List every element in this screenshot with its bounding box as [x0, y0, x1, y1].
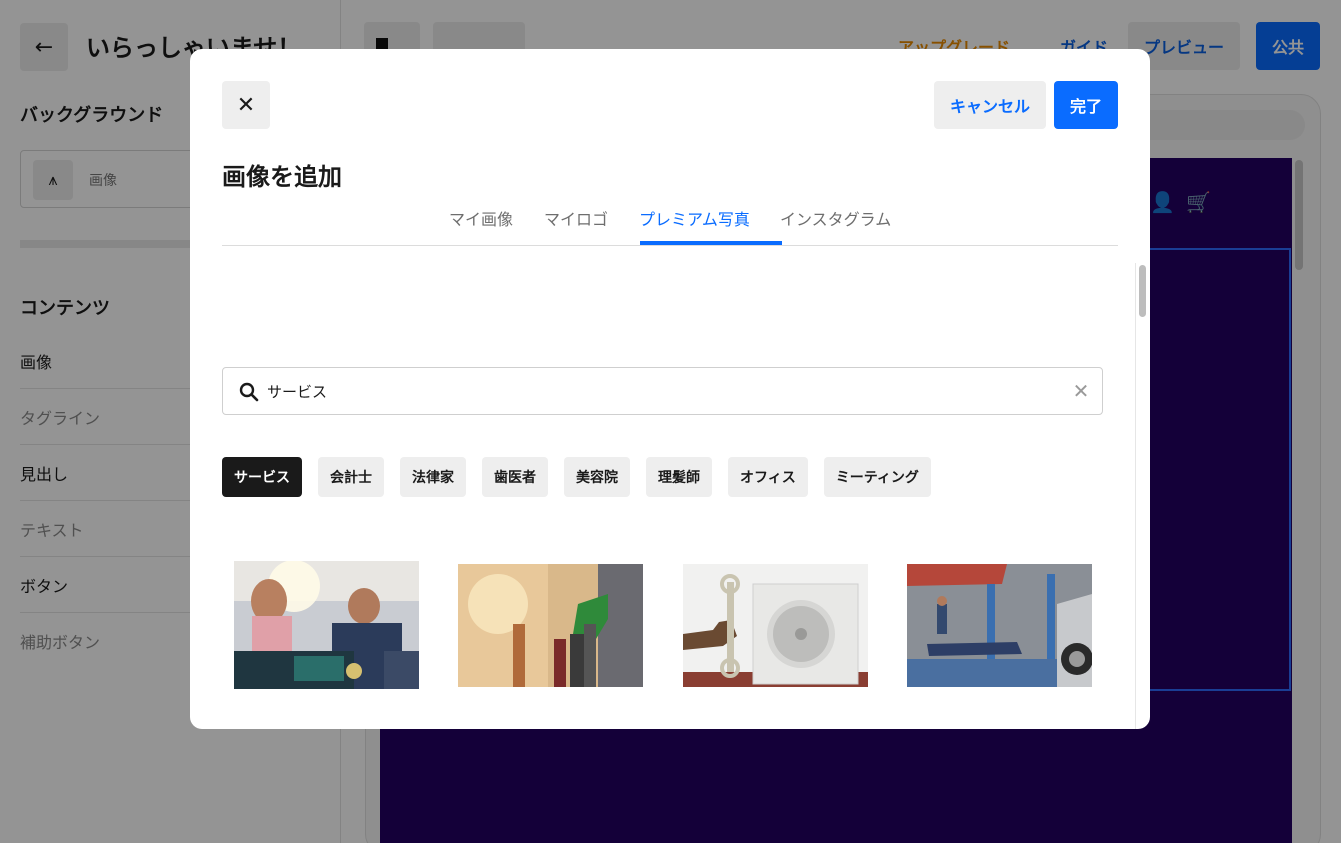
chip-dentist[interactable]: 歯医者	[482, 457, 548, 497]
close-button[interactable]: ✕	[222, 81, 270, 129]
image-source-tabs: マイ画像 マイロゴ プレミアム写真 インスタグラム	[222, 199, 1118, 246]
car-garage-lift-photo	[907, 564, 1092, 687]
photo-thumbnail[interactable]	[907, 564, 1092, 687]
chip-office[interactable]: オフィス	[728, 457, 808, 497]
photo-thumbnail[interactable]	[683, 564, 868, 687]
photo-search-box: ✕	[222, 367, 1103, 415]
clear-search-icon[interactable]: ✕	[1069, 379, 1093, 403]
modal-scrollbar[interactable]	[1139, 265, 1146, 317]
chip-lawyer[interactable]: 法律家	[400, 457, 466, 497]
chip-services[interactable]: サービス	[222, 457, 302, 497]
modal-title: 画像を追加	[222, 163, 342, 191]
wrench-air-conditioner-photo	[683, 564, 868, 687]
search-icon	[239, 382, 259, 402]
chip-beauty-salon[interactable]: 美容院	[564, 457, 630, 497]
photo-thumbnail[interactable]	[234, 561, 419, 689]
chip-accountant[interactable]: 会計士	[318, 457, 384, 497]
modal-scroll-track	[1135, 263, 1136, 729]
category-chips: サービス 会計士 法律家 歯医者 美容院 理髪師 オフィス ミーティング	[222, 457, 931, 497]
tab-instagram[interactable]: インスタグラム	[780, 206, 891, 230]
photo-thumbnail[interactable]	[458, 564, 643, 687]
add-image-modal: ✕ キャンセル 完了 画像を追加 マイ画像 マイロゴ プレミアム写真 インスタグ…	[190, 49, 1150, 729]
tab-my-logo[interactable]: マイロゴ	[544, 206, 608, 230]
tab-my-images[interactable]: マイ画像	[449, 206, 513, 230]
fuel-pump-nozzle-photo	[458, 564, 643, 687]
active-tab-indicator	[640, 241, 782, 245]
cancel-button[interactable]: キャンセル	[934, 81, 1046, 129]
chip-barber[interactable]: 理髪師	[646, 457, 712, 497]
search-input[interactable]	[267, 376, 1047, 406]
done-button[interactable]: 完了	[1054, 81, 1118, 129]
mechanic-teaching-photo	[234, 561, 419, 689]
chip-meeting[interactable]: ミーティング	[823, 457, 931, 497]
close-icon: ✕	[236, 92, 256, 118]
tab-premium-photos[interactable]: プレミアム写真	[639, 206, 750, 230]
